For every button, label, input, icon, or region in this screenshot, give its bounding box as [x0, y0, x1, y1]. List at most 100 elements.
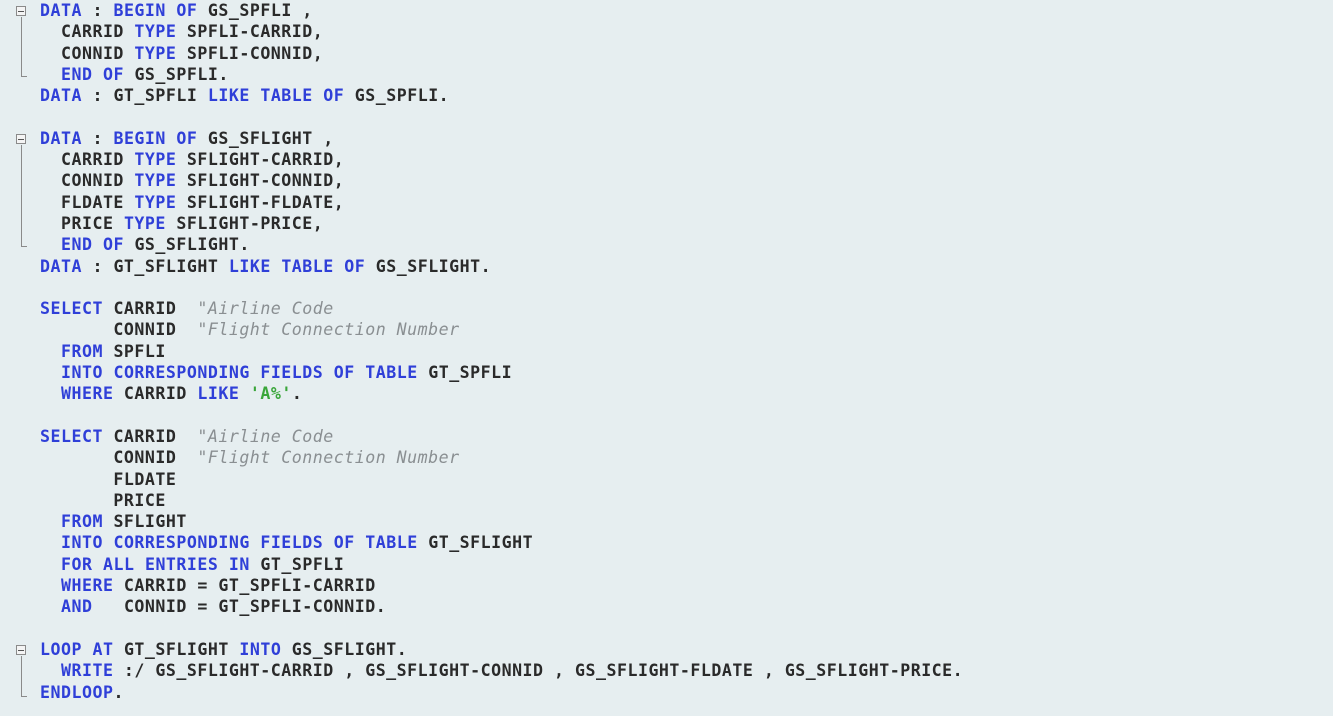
blank-line[interactable]: [40, 618, 963, 639]
code-token: : GT_SFLIGHT: [81, 256, 229, 276]
code-token: CARRID: [113, 384, 198, 404]
code-area[interactable]: DATA : BEGIN OF GS_SPFLI , CARRID TYPE S…: [40, 0, 963, 703]
blank-line[interactable]: [40, 106, 963, 127]
code-line[interactable]: DATA : GT_SFLIGHT LIKE TABLE OF GS_SFLIG…: [40, 256, 963, 277]
keyword-token: FIELDS: [260, 363, 324, 383]
keyword-token: INTO: [239, 639, 282, 659]
code-line[interactable]: CARRID TYPE SFLIGHT-CARRID,: [40, 149, 963, 170]
code-token: GT_SPFLI: [249, 554, 345, 574]
code-line[interactable]: INTO CORRESPONDING FIELDS OF TABLE GT_SP…: [40, 362, 963, 383]
code-line[interactable]: CONNID TYPE SPFLI-CONNID,: [40, 43, 963, 64]
keyword-token: INTO: [60, 533, 103, 553]
code-token: SFLIGHT-PRICE,: [165, 213, 324, 233]
code-line[interactable]: END OF GS_SPFLI.: [40, 64, 963, 85]
code-line[interactable]: CONNID "Flight Connection Number: [40, 447, 963, 468]
blank-line[interactable]: [40, 277, 963, 298]
keyword-token: BEGIN: [113, 128, 166, 148]
code-line[interactable]: CARRID TYPE SPFLI-CARRID,: [40, 21, 963, 42]
code-line[interactable]: INTO CORRESPONDING FIELDS OF TABLE GT_SF…: [40, 532, 963, 553]
code-token: GS_SFLIGHT.: [281, 639, 408, 659]
code-line[interactable]: DATA : GT_SPFLI LIKE TABLE OF GS_SPFLI.: [40, 85, 963, 106]
keyword-token: CORRESPONDING: [113, 363, 250, 383]
keyword-token: TYPE: [134, 192, 177, 212]
fold-collapse-icon[interactable]: [16, 6, 26, 16]
keyword-token: TYPE: [134, 43, 177, 63]
keyword-token: WHERE: [60, 384, 114, 404]
keyword-token: OF: [102, 64, 124, 84]
code-line[interactable]: FROM SFLIGHT: [40, 511, 963, 532]
code-line[interactable]: SELECT CARRID "Airline Code: [40, 298, 963, 319]
code-line[interactable]: DATA : BEGIN OF GS_SFLIGHT ,: [40, 128, 963, 149]
code-token: GT_SPFLI: [417, 363, 513, 383]
code-line[interactable]: AND CONNID = GT_SPFLI-CONNID.: [40, 596, 963, 617]
keyword-token: LIKE: [207, 86, 250, 106]
code-line[interactable]: FLDATE TYPE SFLIGHT-FLDATE,: [40, 192, 963, 213]
code-line[interactable]: FROM SPFLI: [40, 341, 963, 362]
code-token: CARRID: [102, 426, 198, 446]
keyword-token: TYPE: [134, 150, 177, 170]
keyword-token: END: [60, 64, 93, 84]
code-line[interactable]: DATA : BEGIN OF GS_SPFLI ,: [40, 0, 963, 21]
code-editor[interactable]: DATA : BEGIN OF GS_SPFLI , CARRID TYPE S…: [0, 0, 1333, 716]
fold-collapse-icon[interactable]: [16, 134, 26, 144]
comment-token: "Airline Code: [197, 426, 334, 446]
keyword-token: IN: [228, 554, 250, 574]
code-token: PRICE: [40, 213, 124, 233]
code-line[interactable]: PRICE TYPE SFLIGHT-PRICE,: [40, 213, 963, 234]
keyword-token: TYPE: [134, 171, 177, 191]
keyword-token: WHERE: [60, 576, 114, 596]
keyword-token: SELECT: [40, 426, 103, 446]
fold-guide-line: [21, 656, 22, 696]
keyword-token: TYPE: [134, 22, 177, 42]
keyword-token: LIKE: [228, 256, 271, 276]
code-token: SFLIGHT: [102, 512, 187, 532]
code-line[interactable]: CONNID "Flight Connection Number: [40, 319, 963, 340]
blank-line[interactable]: [40, 405, 963, 426]
keyword-token: FROM: [60, 341, 103, 361]
code-line[interactable]: END OF GS_SFLIGHT.: [40, 234, 963, 255]
keyword-token: FIELDS: [260, 533, 324, 553]
code-line[interactable]: WRITE :/ GS_SFLIGHT-CARRID , GS_SFLIGHT-…: [40, 660, 963, 681]
code-line[interactable]: FOR ALL ENTRIES IN GT_SPFLI: [40, 554, 963, 575]
fold-guide-end: [21, 76, 27, 77]
keyword-token: CORRESPONDING: [113, 533, 250, 553]
code-line[interactable]: WHERE CARRID LIKE 'A%'.: [40, 383, 963, 404]
code-line[interactable]: PRICE: [40, 490, 963, 511]
keyword-token: OF: [176, 1, 198, 20]
code-token: CARRID: [40, 22, 135, 42]
code-token: CARRID = GT_SPFLI-CARRID: [113, 576, 376, 596]
code-line[interactable]: SELECT CARRID "Airline Code: [40, 426, 963, 447]
code-line[interactable]: CONNID TYPE SFLIGHT-CONNID,: [40, 170, 963, 191]
code-line[interactable]: LOOP AT GT_SFLIGHT INTO GS_SFLIGHT.: [40, 639, 963, 660]
code-token: GS_SPFLI ,: [197, 1, 313, 20]
fold-collapse-icon[interactable]: [16, 645, 26, 655]
keyword-token: TYPE: [123, 213, 166, 233]
code-token: FLDATE: [40, 192, 135, 212]
code-token: .: [113, 682, 124, 702]
code-token: GT_SFLIGHT: [113, 639, 240, 659]
keyword-token: ENDLOOP: [40, 682, 114, 702]
keyword-token: AND: [60, 597, 93, 617]
code-line[interactable]: ENDLOOP.: [40, 682, 963, 703]
code-line[interactable]: WHERE CARRID = GT_SPFLI-CARRID: [40, 575, 963, 596]
keyword-token: ALL: [102, 554, 135, 574]
code-token: SFLIGHT-FLDATE,: [176, 192, 345, 212]
keyword-token: WRITE: [60, 661, 114, 681]
code-token: CONNID = GT_SPFLI-CONNID.: [92, 597, 387, 617]
code-line[interactable]: FLDATE: [40, 469, 963, 490]
code-token: SFLIGHT-CARRID,: [176, 150, 345, 170]
